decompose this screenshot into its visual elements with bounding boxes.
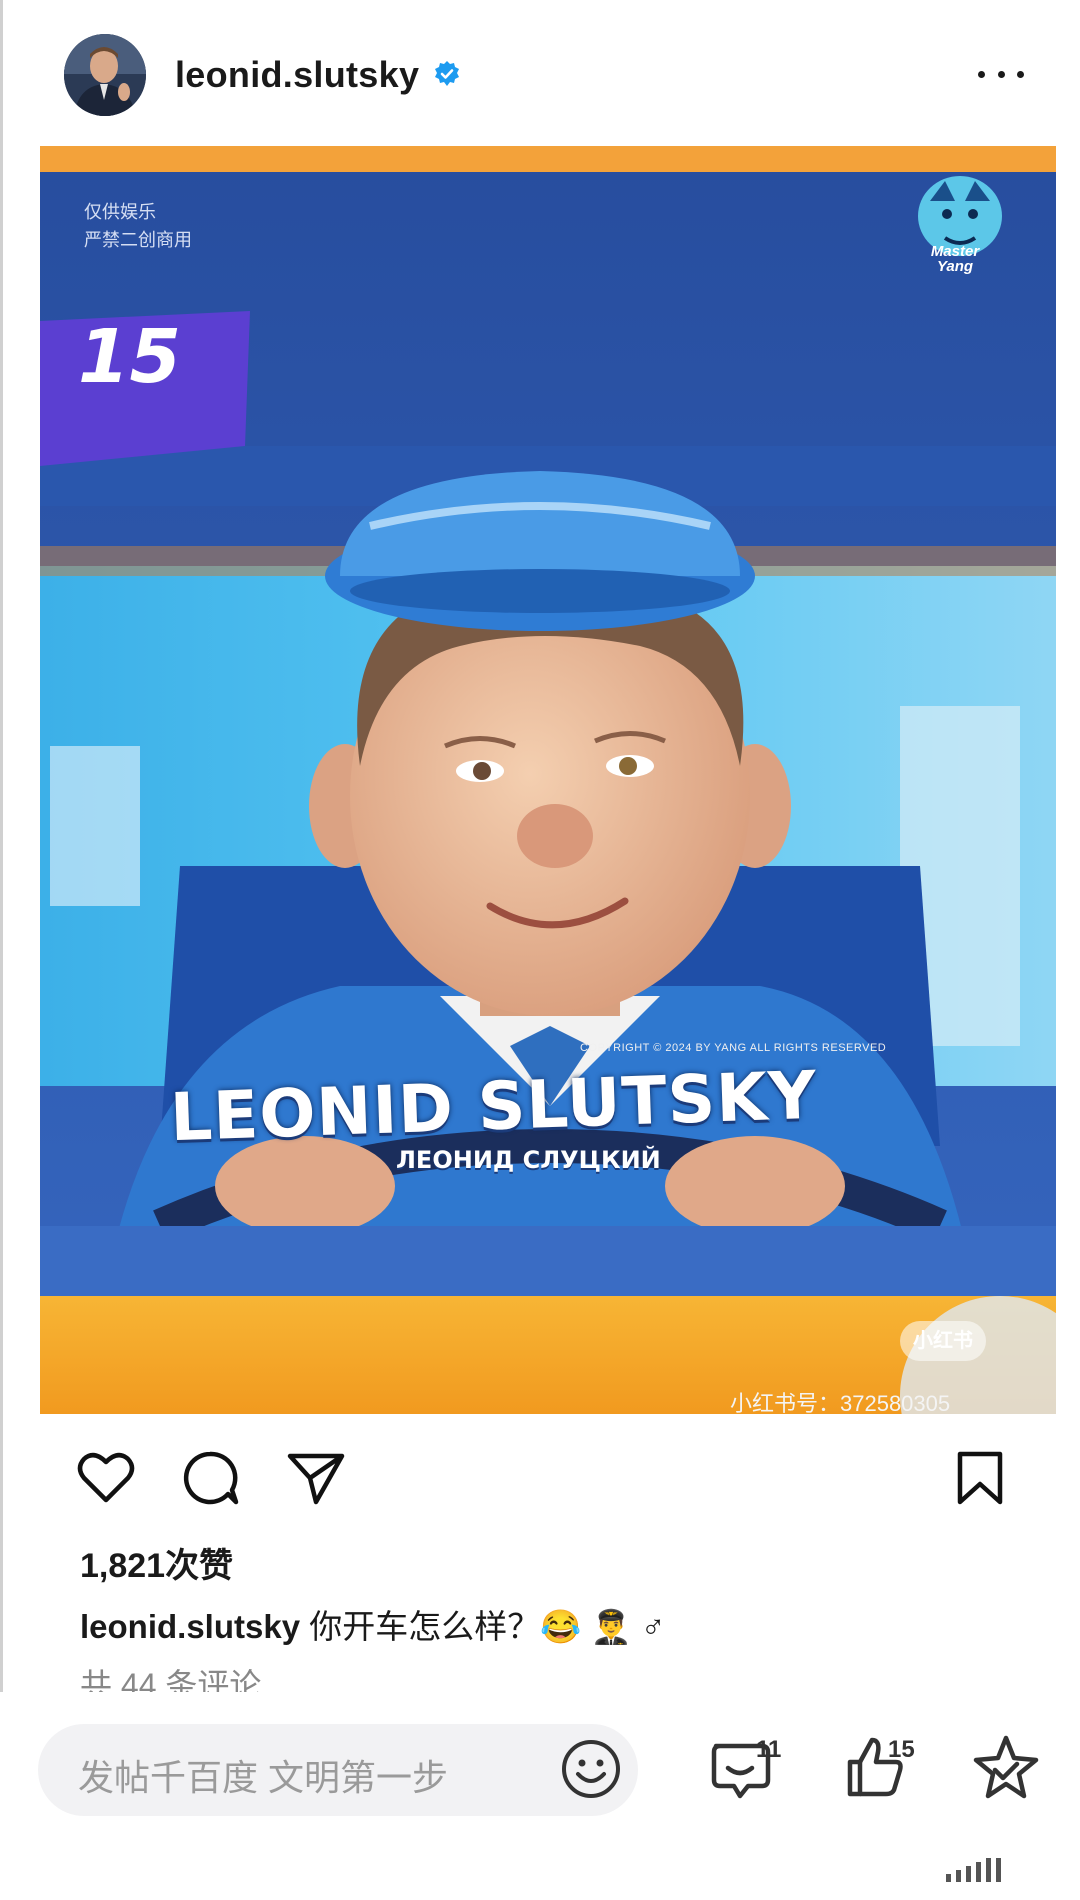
like-count[interactable]: 1,821次赞 (80, 1538, 233, 1587)
logo-text-line-1: Master (930, 243, 980, 260)
smiley-icon[interactable] (558, 1736, 624, 1802)
disclaimer-text: 仅供娱乐 严禁二创商用 (84, 198, 192, 254)
star-icon[interactable] (970, 1732, 1042, 1804)
view-comments-link[interactable]: 共 44 条评论 (80, 1660, 261, 1694)
like-count-bar: 15 (888, 1736, 915, 1763)
copyright-text: COPYRIGHT © 2024 BY YANG ALL RIGHTS RESE… (580, 1042, 887, 1054)
name-title-cyrillic: ЛЕОНИД СЛУЦКИЙ (396, 1146, 661, 1174)
send-icon[interactable] (286, 1448, 346, 1508)
heart-icon[interactable] (76, 1448, 136, 1508)
reply-input-placeholder[interactable]: 发帖千百度 文明第一步 (78, 1749, 448, 1801)
comment-bubble-icon[interactable] (180, 1448, 240, 1508)
frame-edge (0, 0, 3, 1900)
comment-count: 11 (756, 1736, 782, 1763)
disclaimer-line-2: 严禁二创商用 (84, 230, 192, 250)
master-yang-logo: Master Yang (900, 244, 1010, 274)
xiaohongshu-watermark: 小红书 (900, 1321, 986, 1361)
watermark-bars-icon (946, 1858, 1001, 1882)
jersey-number: 15 (78, 314, 181, 400)
verified-badge-icon (435, 61, 459, 86)
post-caption: leonid.slutsky 你开车怎么样？😂 👨‍✈️ ♂ (80, 1600, 666, 1648)
post-image[interactable]: 仅供娱乐 严禁二创商用 15 Master Yang COPYRIGHT © 2… (40, 146, 1056, 1414)
post-artwork (40, 146, 1056, 1414)
caption-username[interactable]: leonid.slutsky (80, 1608, 300, 1645)
disclaimer-line-1: 仅供娱乐 (84, 202, 156, 222)
avatar[interactable] (64, 34, 146, 116)
xiaohongshu-id-watermark: 小红书号：372580305 (730, 1391, 951, 1414)
bookmark-icon[interactable] (950, 1448, 1010, 1508)
logo-text-line-2: Yang (936, 258, 974, 275)
caption-text: 你开车怎么样？😂 👨‍✈️ ♂ (309, 1608, 666, 1645)
post-author-username[interactable]: leonid.slutsky (175, 54, 419, 96)
more-options-icon[interactable] (978, 60, 1024, 88)
